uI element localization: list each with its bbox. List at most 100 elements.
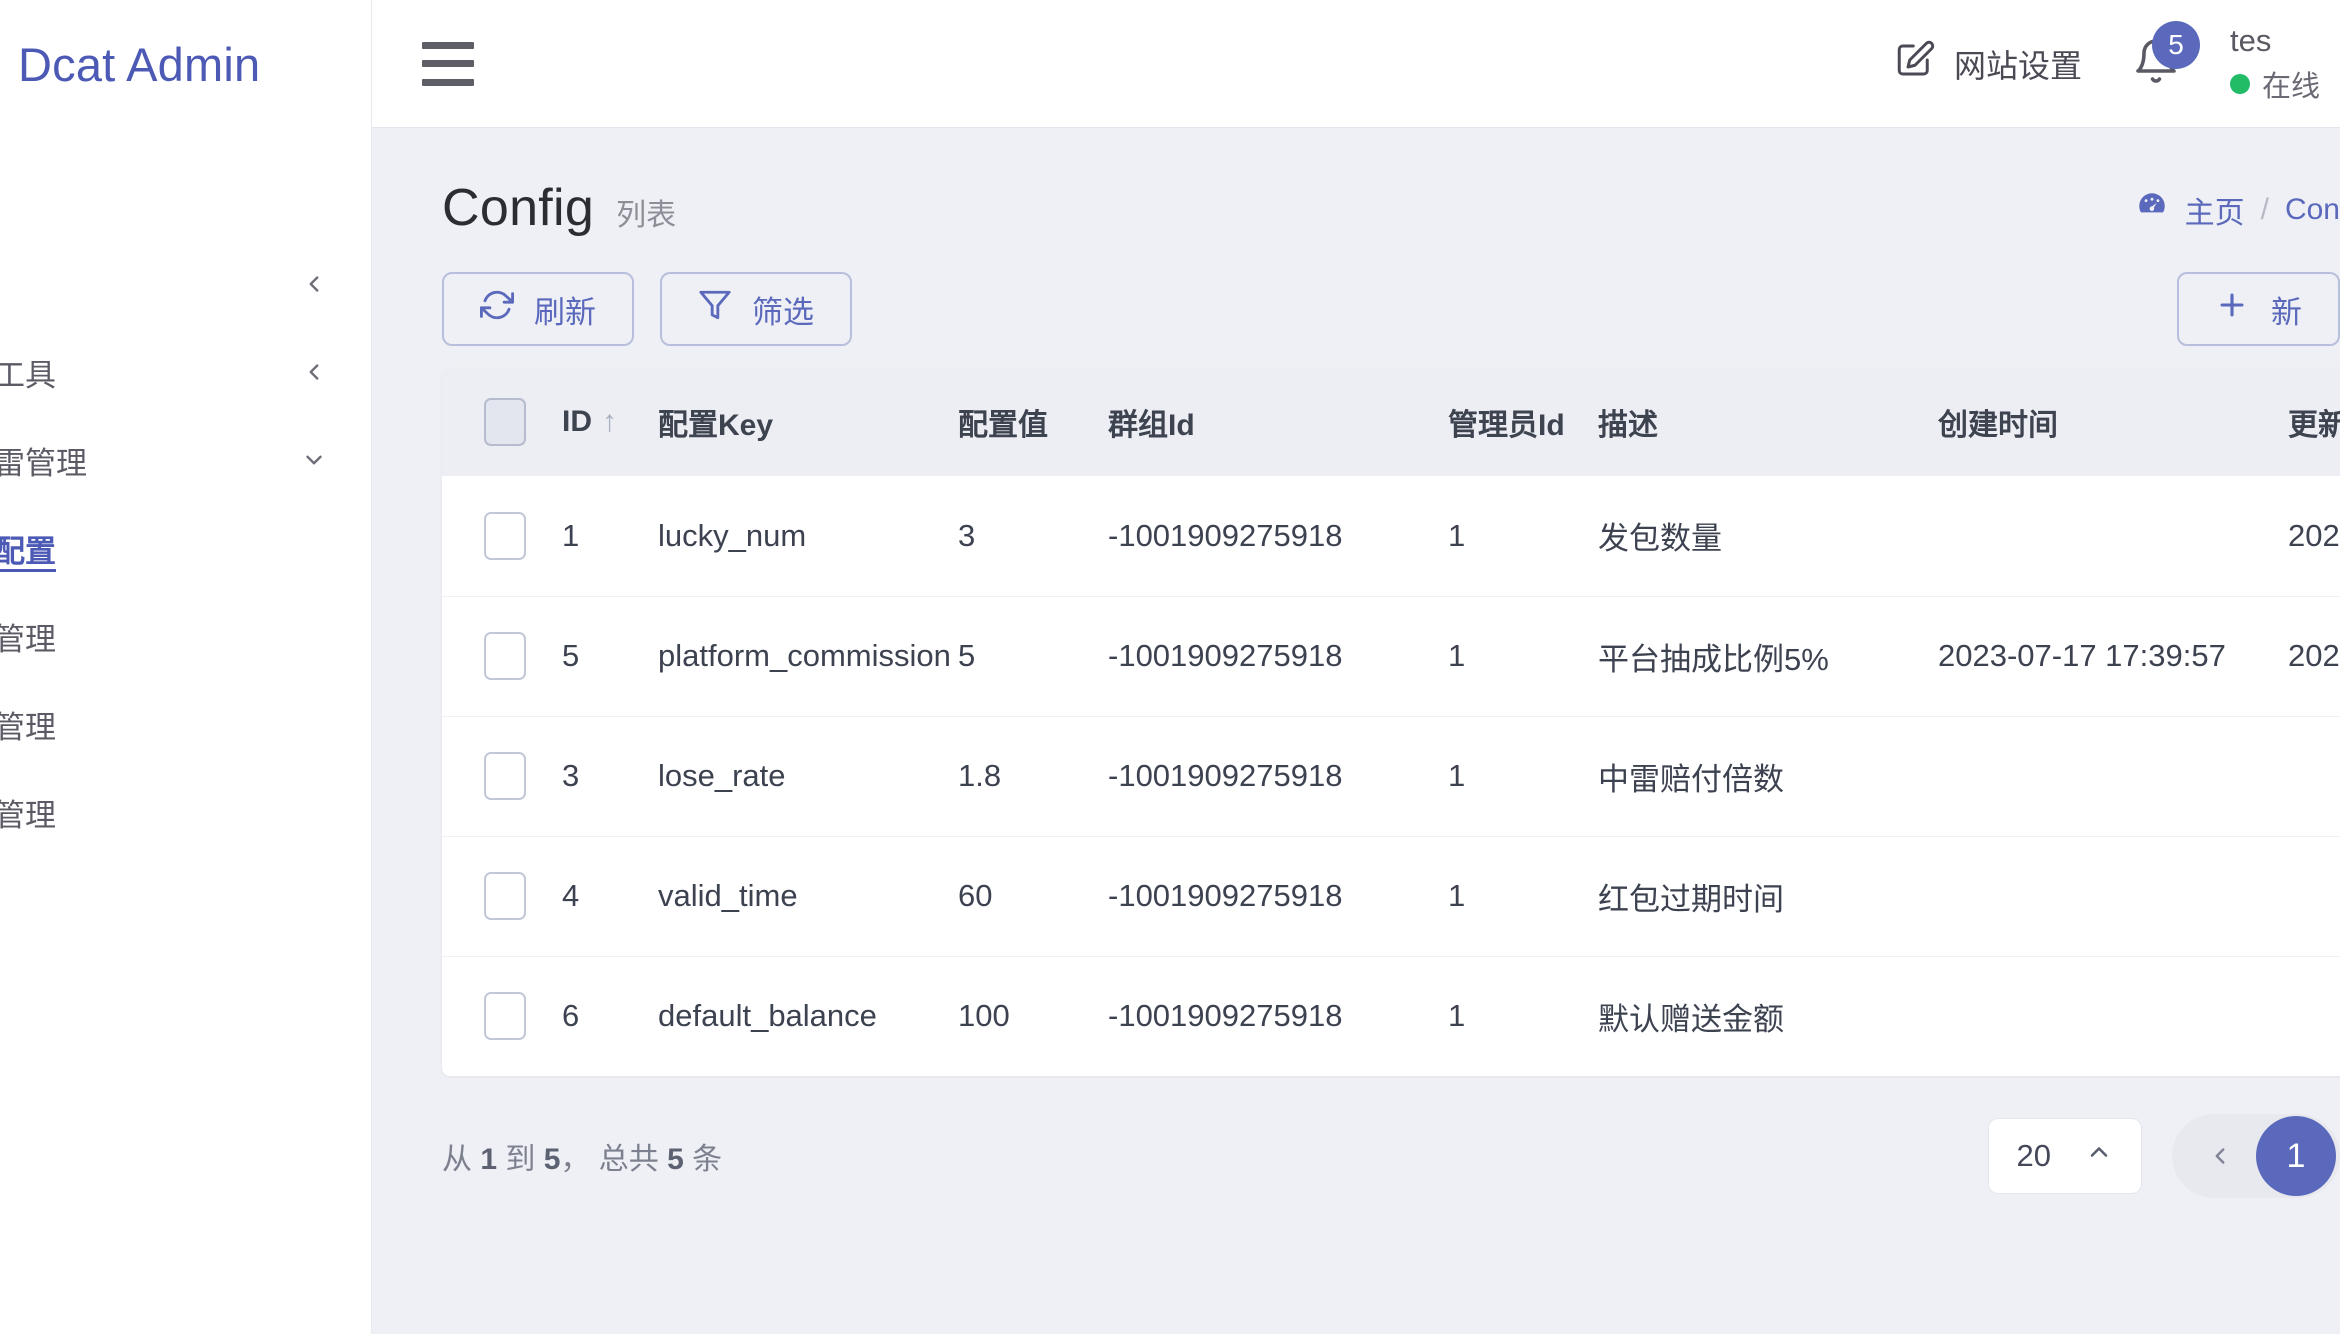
cell-id: 1 [562,476,658,596]
cell-group-id: -1001909275918 [1108,836,1448,956]
row-checkbox[interactable] [484,632,526,680]
cell-description: 红包过期时间 [1598,836,1938,956]
table-row[interactable]: 1 lucky_num 3 -1001909275918 1 发包数量 2023… [442,476,2340,596]
sidebar-item-redpacket-records[interactable]: 红包管理 [0,768,371,856]
column-header-description[interactable]: 描述 [1598,368,1938,476]
column-header-created-at[interactable]: 创建时间 [1938,368,2288,476]
column-label: 创建时间 [1938,409,2058,442]
column-header-group-id[interactable]: 群组Id [1108,368,1448,476]
count-mid: 到 [505,1143,535,1176]
sidebar-item-user-manage[interactable]: 用户管理 [0,680,371,768]
user-menu[interactable]: tes 在线 [2230,23,2340,105]
user-status: 在线 [2230,63,2320,105]
page-number-1[interactable]: 1 [2256,1116,2336,1196]
table-header-row: ID↑ 配置Key 配置值 群组Id 管理员Id 描述 创建时间 更新时间↑ 操 [442,368,2340,476]
filter-label: 筛选 [752,287,814,332]
hamburger-bar [422,79,474,86]
grid-footer: 从 1 到 5， 总共 5 条 20 1 [372,1076,2340,1196]
table-row[interactable]: 3 lose_rate 1.8 -1001909275918 1 中雷赔付倍数 [442,716,2340,836]
cell-key: platform_commission [658,596,958,716]
site-settings-button[interactable]: 网站设置 [1894,39,2082,89]
sidebar-item-group-manage[interactable]: 群组管理 [0,592,371,680]
cell-id: 5 [562,596,658,716]
page-subtitle: 列表 [616,190,676,234]
column-header-updated-at[interactable]: 更新时间↑ [2288,368,2340,476]
breadcrumb-home-link[interactable]: 主页 [2185,188,2245,232]
page-title-group: Config 列表 [442,178,676,238]
row-checkbox[interactable] [484,872,526,920]
cell-group-id: -1001909275918 [1108,716,1448,836]
refresh-label: 刷新 [534,287,596,332]
row-checkbox[interactable] [484,992,526,1040]
online-dot-icon [2230,74,2250,94]
notification-badge: 5 [2152,21,2200,69]
count-prefix: 从 [442,1143,472,1176]
sidebar-item-label: 红包管理 [0,790,56,835]
cell-description: 平台抽成比例5% [1598,596,1938,716]
sort-arrow-icon[interactable]: ↑ [602,405,617,438]
page-size-select[interactable]: 20 [1988,1118,2142,1194]
table-row[interactable]: 5 platform_commission 5 -1001909275918 1… [442,596,2340,716]
table-row[interactable]: 6 default_balance 100 -1001909275918 1 默… [442,956,2340,1076]
cell-created-at [1938,956,2288,1076]
dashboard-icon [2135,189,2169,231]
chevron-up-icon [2085,1138,2113,1174]
column-header-key[interactable]: 配置Key [658,368,958,476]
cell-created-at [1938,716,2288,836]
row-checkbox[interactable] [484,752,526,800]
cell-key: lucky_num [658,476,958,596]
cell-updated-at [2288,956,2340,1076]
column-header-admin-id[interactable]: 管理员Id [1448,368,1598,476]
sidebar-item-home[interactable]: 首页 [0,152,371,240]
hamburger-bar [422,60,474,67]
sidebar-item-redpacket-config[interactable]: 红包配置 [0,504,371,592]
column-label: 配置Key [658,409,773,442]
cell-admin-id: 1 [1448,476,1598,596]
breadcrumb-current[interactable]: Con [2285,193,2340,227]
column-label: 配置值 [958,409,1048,442]
cell-id: 3 [562,716,658,836]
prev-page-button[interactable] [2194,1130,2246,1182]
column-header-value[interactable]: 配置值 [958,368,1108,476]
brand-header[interactable]: Dcat Admin [0,0,371,128]
sidebar-nav: 首页 系统 开发工具 红包雷管理 红包配置 [0,128,371,856]
cell-created-at [1938,476,2288,596]
column-header-id[interactable]: ID↑ [562,368,658,476]
create-button[interactable]: 新 [2177,272,2340,346]
user-status-label: 在线 [2262,63,2320,105]
row-select-cell [442,476,562,596]
table-row[interactable]: 4 valid_time 60 -1001909275918 1 红包过期时间 [442,836,2340,956]
hamburger-menu-icon[interactable] [422,42,474,86]
cell-group-id: -1001909275918 [1108,476,1448,596]
user-name: tes [2230,23,2320,59]
cell-key: default_balance [658,956,958,1076]
table-body: 1 lucky_num 3 -1001909275918 1 发包数量 2023… [442,476,2340,1076]
chevron-down-icon [301,447,327,473]
chevron-left-icon [301,359,327,385]
filter-button[interactable]: 筛选 [660,272,852,346]
hamburger-bar [422,42,474,49]
row-checkbox[interactable] [484,512,526,560]
plus-icon [2215,288,2249,330]
refresh-button[interactable]: 刷新 [442,272,634,346]
sidebar-item-label: 开发工具 [0,350,56,395]
sidebar-item-label: 用户管理 [0,702,56,747]
cell-description: 中雷赔付倍数 [1598,716,1938,836]
sidebar-item-label: 群组管理 [0,614,56,659]
count-total-label: 总共 [599,1143,659,1176]
cell-updated-at [2288,716,2340,836]
sidebar-item-system[interactable]: 系统 [0,240,371,328]
cell-admin-id: 1 [1448,956,1598,1076]
cell-description: 默认赠送金额 [1598,956,1938,1076]
app-viewport: Dcat Admin 首页 系统 开发工具 红包雷管理 [0,0,2340,1334]
notifications-button[interactable]: 5 [2126,29,2186,99]
count-suffix: 条 [692,1143,722,1176]
select-all-checkbox[interactable] [484,398,526,446]
sidebar-item-dev-tools[interactable]: 开发工具 [0,328,371,416]
table-head: ID↑ 配置Key 配置值 群组Id 管理员Id 描述 创建时间 更新时间↑ 操 [442,368,2340,476]
sidebar-item-redpacket-manage[interactable]: 红包雷管理 [0,416,371,504]
count-from: 1 [480,1143,497,1176]
grid-toolbar: 刷新 筛选 新 [372,238,2340,338]
cell-updated-at: 2023-07-18 17:43:09 [2288,476,2340,596]
cell-key: lose_rate [658,716,958,836]
